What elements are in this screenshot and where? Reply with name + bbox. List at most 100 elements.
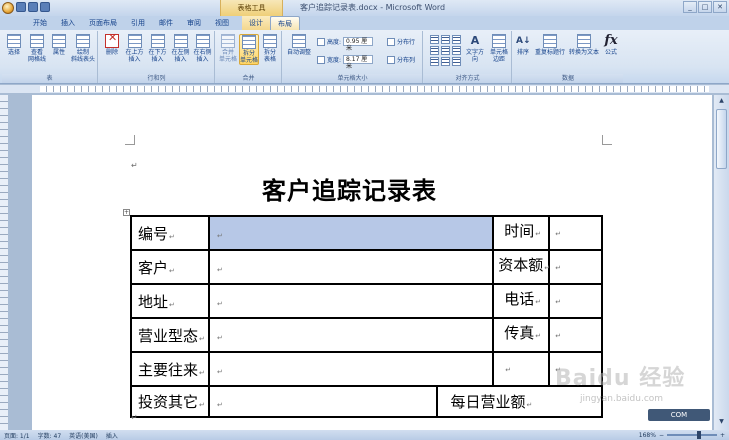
column-width-icon bbox=[317, 55, 325, 64]
scroll-up-icon[interactable]: ▲ bbox=[716, 97, 727, 107]
group-merge: 合并 单元格 拆分 单元格 拆分 表格 合并 bbox=[216, 31, 282, 83]
tab-design[interactable]: 设计 bbox=[242, 16, 270, 30]
table-cell[interactable]: 主要往来↵ bbox=[130, 351, 210, 387]
vertical-scrollbar[interactable]: ▲ ▼ bbox=[713, 95, 729, 430]
align-top-center-icon[interactable] bbox=[441, 35, 450, 44]
align-middle-left-icon[interactable] bbox=[430, 46, 439, 55]
properties-button[interactable]: 属性 bbox=[50, 34, 68, 56]
distribute-columns-icon bbox=[387, 55, 395, 64]
insert-below-button[interactable]: 在下方 插入 bbox=[147, 34, 168, 63]
tab-layout[interactable]: 布局 bbox=[270, 16, 300, 30]
table-cell[interactable]: ↵ bbox=[207, 249, 495, 285]
group-table: 选择 查看 网格线 属性 绘制 斜线表头 表 bbox=[2, 31, 98, 83]
delete-button[interactable]: 删除 bbox=[102, 34, 122, 56]
insert-right-icon bbox=[195, 34, 210, 48]
tab-mailings[interactable]: 邮件 bbox=[152, 16, 180, 30]
table-row: 主要往来↵ ↵ ↵ ↵ bbox=[130, 351, 603, 387]
autofit-button[interactable]: 自动调整 bbox=[285, 34, 313, 56]
tab-insert[interactable]: 插入 bbox=[54, 16, 82, 30]
ribbon: 选择 查看 网格线 属性 绘制 斜线表头 表 删除 在上方 插入 在下方 插入 bbox=[0, 30, 729, 84]
gridlines-icon bbox=[30, 34, 44, 48]
redo-icon[interactable] bbox=[40, 2, 50, 12]
zoom-out-icon[interactable]: − bbox=[659, 432, 664, 439]
table-cell[interactable]: ↵ bbox=[207, 385, 439, 418]
insert-right-button[interactable]: 在右侧 插入 bbox=[192, 34, 213, 63]
cell-margins-icon bbox=[492, 34, 506, 48]
table-cell[interactable]: 时间↵ ↵ bbox=[492, 215, 603, 251]
save-icon[interactable] bbox=[16, 2, 26, 12]
table-cell[interactable]: 地址↵ bbox=[130, 283, 210, 319]
distribute-columns-button[interactable]: 分布列 bbox=[387, 55, 415, 64]
group-label-data: 数据 bbox=[513, 74, 623, 83]
convert-to-text-button[interactable]: 转换为文本 bbox=[568, 34, 600, 56]
tab-home[interactable]: 开始 bbox=[26, 16, 54, 30]
text-direction-button[interactable]: A 文字方向 bbox=[464, 34, 486, 63]
window-controls: _ □ ✕ bbox=[683, 1, 727, 13]
row-height-input[interactable]: 0.95 厘米 bbox=[343, 37, 374, 52]
table-cell[interactable]: ↵ bbox=[207, 283, 495, 319]
view-gridlines-button[interactable]: 查看 网格线 bbox=[26, 34, 48, 63]
scroll-thumb[interactable] bbox=[716, 109, 727, 169]
select-button[interactable]: 选择 bbox=[5, 34, 23, 56]
undo-icon[interactable] bbox=[28, 2, 38, 12]
tab-references[interactable]: 引用 bbox=[124, 16, 152, 30]
table-move-handle-icon[interactable]: + bbox=[123, 209, 130, 216]
close-button[interactable]: ✕ bbox=[713, 1, 727, 13]
table-cell[interactable]: ↵ bbox=[207, 351, 495, 387]
tab-page-layout[interactable]: 页面布局 bbox=[82, 16, 124, 30]
text-direction-icon: A bbox=[470, 34, 480, 47]
customer-tracking-table: 编号↵ ↵ 时间↵ ↵ 客户↵ ↵ 资本额↵ ↵ 地址↵ ↵ 电话↵ ↵ 营业型… bbox=[130, 215, 603, 418]
table-cell[interactable]: 资本额↵ ↵ bbox=[492, 249, 603, 285]
distribute-rows-button[interactable]: 分布行 bbox=[387, 37, 415, 46]
align-bottom-left-icon[interactable] bbox=[430, 57, 439, 66]
group-data: A↓ 排序 重复标题行 转换为文本 fx 公式 数据 bbox=[513, 31, 623, 83]
zoom-level[interactable]: 168% bbox=[639, 432, 656, 439]
status-mode[interactable]: 插入 bbox=[106, 431, 118, 440]
cell-margins-button[interactable]: 单元格 边距 bbox=[488, 34, 510, 63]
table-cell[interactable]: 编号↵ bbox=[130, 215, 210, 251]
align-middle-right-icon[interactable] bbox=[452, 46, 461, 55]
autofit-icon bbox=[292, 34, 306, 48]
split-cells-button[interactable]: 拆分 单元格 bbox=[239, 34, 259, 65]
align-bottom-center-icon[interactable] bbox=[441, 57, 450, 66]
horizontal-ruler[interactable] bbox=[0, 85, 729, 94]
merge-cells-button[interactable]: 合并 单元格 bbox=[218, 34, 238, 63]
status-word-count[interactable]: 字数: 47 bbox=[38, 431, 62, 440]
status-page[interactable]: 页面: 1/1 bbox=[4, 431, 30, 440]
zoom-in-icon[interactable]: + bbox=[720, 432, 725, 439]
scroll-down-icon[interactable]: ▼ bbox=[716, 418, 727, 428]
tab-review[interactable]: 审阅 bbox=[180, 16, 208, 30]
insert-above-button[interactable]: 在上方 插入 bbox=[124, 34, 145, 63]
table-row: 编号↵ ↵ 时间↵ ↵ bbox=[130, 215, 603, 251]
vertical-ruler[interactable] bbox=[0, 95, 9, 430]
status-language[interactable]: 英语(美国) bbox=[69, 431, 98, 440]
align-top-left-icon[interactable] bbox=[430, 35, 439, 44]
sort-icon: A↓ bbox=[516, 36, 531, 46]
title-bar: 表格工具 客户追踪记录表.docx - Microsoft Word _ □ ✕ bbox=[0, 0, 729, 16]
column-width-input[interactable]: 8.17 厘米 bbox=[343, 55, 374, 70]
maximize-button[interactable]: □ bbox=[698, 1, 712, 13]
sort-button[interactable]: A↓ 排序 bbox=[515, 34, 531, 56]
formula-button[interactable]: fx 公式 bbox=[602, 34, 620, 57]
column-width-control: 宽度: 8.17 厘米 bbox=[317, 55, 374, 70]
draw-diagonal-header-button[interactable]: 绘制 斜线表头 bbox=[70, 34, 96, 63]
align-middle-center-icon[interactable] bbox=[441, 46, 450, 55]
table-cell[interactable]: 电话↵ ↵ bbox=[492, 283, 603, 319]
table-cell-selected[interactable]: ↵ bbox=[207, 215, 495, 251]
quick-access-toolbar bbox=[2, 2, 50, 14]
table-cell[interactable]: 营业型态↵ bbox=[130, 317, 210, 353]
table-cell[interactable]: 客户↵ bbox=[130, 249, 210, 285]
table-cell[interactable]: 传真↵ ↵ bbox=[492, 317, 603, 353]
table-cell[interactable]: 投资其它↵ bbox=[130, 385, 210, 418]
insert-left-button[interactable]: 在左侧 插入 bbox=[170, 34, 191, 63]
split-table-button[interactable]: 拆分 表格 bbox=[260, 34, 280, 63]
minimize-button[interactable]: _ bbox=[683, 1, 697, 13]
zoom-slider[interactable] bbox=[666, 431, 717, 439]
repeat-header-rows-button[interactable]: 重复标题行 bbox=[533, 34, 567, 56]
align-bottom-right-icon[interactable] bbox=[452, 57, 461, 66]
office-button-icon[interactable] bbox=[2, 2, 14, 14]
tab-view[interactable]: 视图 bbox=[208, 16, 236, 30]
table-cell[interactable]: ↵ bbox=[207, 317, 495, 353]
split-cells-icon bbox=[242, 35, 256, 49]
align-top-right-icon[interactable] bbox=[452, 35, 461, 44]
